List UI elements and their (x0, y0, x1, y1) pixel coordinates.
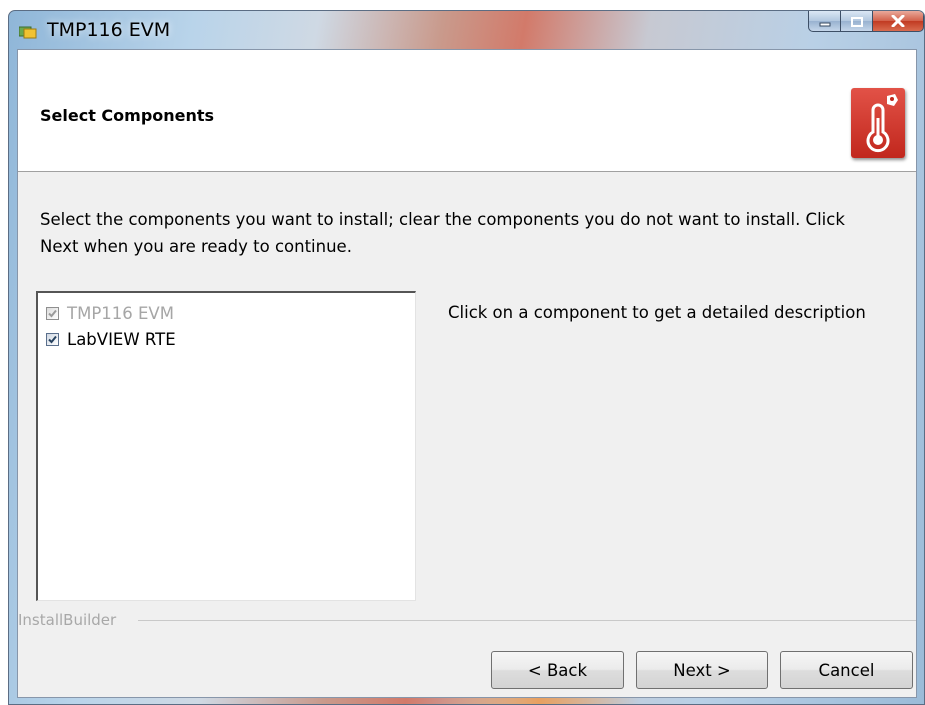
thermometer-logo-icon (851, 88, 905, 158)
close-button[interactable] (872, 11, 924, 32)
back-button[interactable]: < Back (491, 651, 624, 689)
component-label: TMP116 EVM (67, 303, 174, 323)
component-description: Click on a component to get a detailed d… (448, 303, 866, 322)
maximize-icon (850, 12, 863, 31)
page-title: Select Components (40, 106, 215, 125)
component-label: LabVIEW RTE (67, 329, 176, 349)
wizard-header: Select Components (18, 50, 916, 172)
minimize-button[interactable] (808, 11, 840, 32)
component-item-labview-rte[interactable]: LabVIEW RTE (46, 327, 176, 351)
checkmark-icon (48, 335, 57, 343)
maximize-button[interactable] (840, 11, 872, 32)
window-title: TMP116 EVM (47, 19, 171, 41)
caption-buttons (808, 11, 924, 33)
checkmark-icon (48, 309, 57, 317)
cancel-button[interactable]: Cancel (780, 651, 913, 689)
component-item-tmp116-evm: TMP116 EVM (46, 301, 174, 325)
component-checkbox-tmp116-evm (46, 306, 59, 320)
branding-label: InstallBuilder (18, 611, 123, 629)
branding-divider (138, 620, 916, 621)
instructions-text: Select the components you want to instal… (40, 210, 845, 256)
next-button[interactable]: Next > (636, 651, 768, 689)
wizard-client-area: Select Components Select the components … (17, 49, 917, 698)
installer-app-icon (18, 24, 37, 39)
component-checkbox-labview-rte[interactable] (46, 332, 59, 346)
minimize-icon (819, 12, 831, 31)
installer-window: TMP116 EVM Select Components Select the … (8, 10, 925, 705)
frame-glow (439, 698, 639, 704)
title-bar[interactable]: TMP116 EVM (9, 11, 924, 49)
component-tree[interactable]: TMP116 EVM LabVIEW RTE (36, 291, 416, 601)
close-icon (891, 12, 905, 31)
